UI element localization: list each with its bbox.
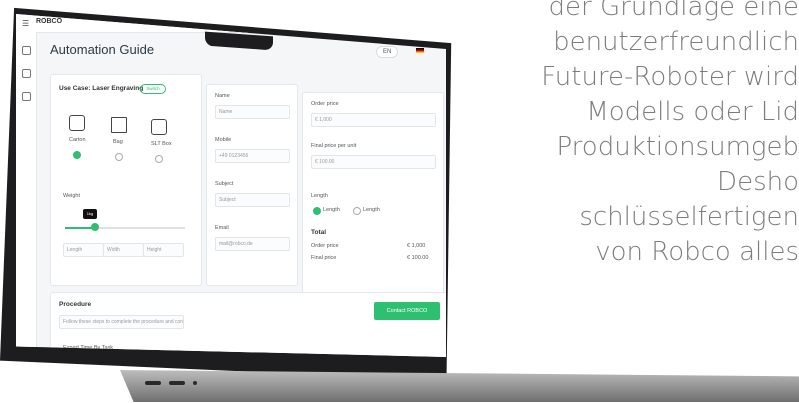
length-field[interactable]: Length [63,243,104,257]
total-label: Total [311,229,327,236]
length-option: Length [363,207,380,213]
height-field[interactable]: Height [143,243,184,257]
side-rail [16,32,37,357]
option-radio[interactable] [73,151,81,159]
flag-icon [416,48,424,53]
use-case-heading: Use Case: Laser Engraving [59,85,144,92]
field-label: Final price per unit [311,143,357,149]
brand-logo: ROBCO [36,18,63,25]
box-icon[interactable] [151,119,167,135]
field-label: Name [215,93,230,99]
contact-card: Name Name Mobile +49 0123456 Subject Sub… [206,84,298,286]
contact-button[interactable]: Contact ROBCO [374,302,440,320]
weight-label: Weight [63,193,81,199]
option-radio[interactable] [155,155,163,163]
field-label: Email [215,225,229,231]
document-icon[interactable] [21,92,31,101]
port [145,381,161,385]
port [193,381,197,385]
laptop: ☰ ROBCO Automation Guide EN Use Case: La… [0,0,799,403]
laptop-base [120,370,799,402]
procedure-description: Follow these steps to complete the proce… [59,315,184,329]
procedure-heading: Procedure [59,301,92,308]
language-select[interactable]: EN [376,46,399,58]
option-label: SLT Box [151,141,172,147]
option-label: Bag [113,139,123,145]
switch-button[interactable]: Switch [140,84,166,94]
laptop-ports [145,381,197,385]
name-field[interactable]: Name [215,105,290,119]
width-field[interactable]: Width [103,243,144,257]
laptop-screen: ☰ ROBCO Automation Guide EN Use Case: La… [16,14,446,357]
bag-icon[interactable] [111,117,127,133]
length-option: Length [323,207,340,213]
weight-tooltip: 1kg [83,209,97,219]
option-radio[interactable] [115,153,123,161]
port [169,381,185,385]
total-row-key: Order price [311,243,339,249]
page-title: Automation Guide [50,42,155,57]
mobile-field[interactable]: +49 0123456 [215,149,290,163]
total-row-value: € 100.00 [407,255,429,261]
robot-icon[interactable] [21,69,31,78]
length-radio[interactable] [313,207,321,215]
field-label: Order price [311,101,339,107]
carton-icon[interactable] [69,115,85,131]
total-row-value: € 1,000 [407,243,426,249]
menu-icon[interactable]: ☰ [22,19,29,28]
option-label: Carton [69,137,86,143]
weight-slider[interactable] [65,227,185,229]
price-card: Order price € 1,000 Final price per unit… [302,92,444,294]
subject-field[interactable]: Subject [215,193,290,207]
field-label: Subject [215,181,234,187]
final-price-field[interactable]: € 100.00 [311,155,436,169]
use-case-card: Use Case: Laser Engraving Carton Bag SLT… [50,74,202,286]
length-label: Length [311,193,328,199]
total-row-key: Final price [311,255,337,261]
order-price-field[interactable]: € 1,000 [311,113,436,127]
home-icon[interactable] [21,46,31,55]
slider-knob[interactable] [91,223,99,231]
email-field[interactable]: mail@robco.de [215,237,290,251]
field-label: Mobile [215,137,232,143]
length-radio[interactable] [353,207,361,215]
